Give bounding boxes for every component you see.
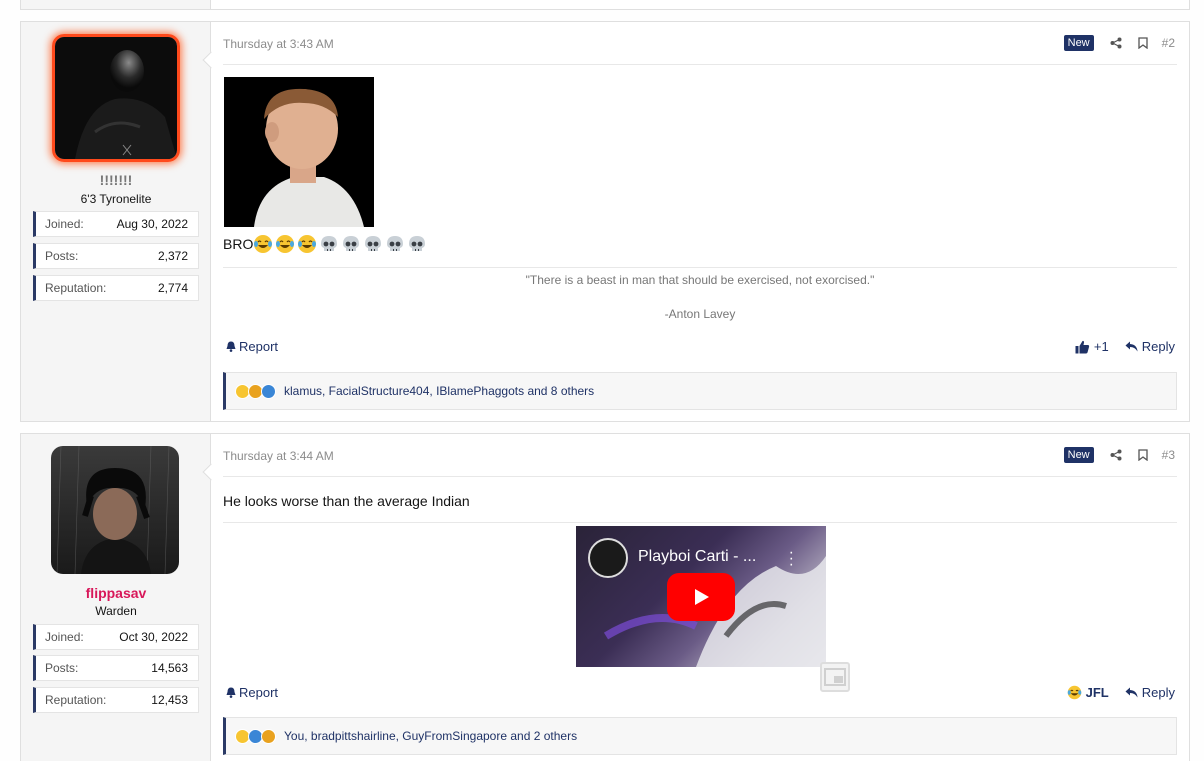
reaction-label: JFL [1085,685,1109,700]
thread-page: !!!!!!! 6'3 Tyronelite Joined: Aug 30, 20… [0,0,1204,761]
report-label: Report [239,685,279,700]
signature-divider [223,267,1177,268]
channel-avatar[interactable] [588,538,628,578]
previous-post-stub [20,0,1190,10]
skull-emoji [319,234,339,254]
picture-in-picture-icon[interactable] [820,662,850,692]
reply-icon [1125,687,1138,698]
bell-icon [226,341,236,352]
reply-label: Reply [1141,339,1175,354]
post-text-content: BRO [223,236,254,252]
post-text: BRO [223,234,429,254]
reply-button[interactable]: Reply [1125,685,1175,700]
header-divider [223,476,1177,477]
stat-reputation: Reputation: 12,453 [33,687,199,713]
post-2: !!!!!!! 6'3 Tyronelite Joined: Aug 30, 20… [20,21,1190,422]
reactions-bar[interactable]: You, bradpittshairline, GuyFromSingapore… [223,717,1177,755]
report-button[interactable]: Report [226,685,278,700]
stat-reputation: Reputation: 2,774 [33,275,199,301]
smirk-emoji [261,728,276,744]
reactions-users[interactable]: klamus, FacialStructure404, IBlamePhaggo… [284,384,594,398]
avatar[interactable] [52,34,180,162]
reactions-bar[interactable]: klamus, FacialStructure404, IBlamePhaggo… [223,372,1177,410]
reply-icon [1125,341,1138,352]
post-number[interactable]: #2 [1162,36,1175,50]
reaction-label: +1 [1093,339,1109,354]
user-sidebar: flippasav Warden Joined: Oct 30, 2022 Pos… [21,434,211,761]
reaction-emojis [235,383,276,399]
post-image[interactable] [224,77,374,227]
like-emoji [261,383,276,399]
share-icon[interactable] [1108,447,1124,463]
stat-posts: Posts: 14,563 [33,655,199,681]
post-header-actions: New #2 [1063,35,1175,51]
username[interactable]: flippasav [21,585,211,601]
bookmark-icon[interactable] [1135,447,1151,463]
post-header-actions: New #3 [1063,447,1175,463]
user-sidebar: !!!!!!! 6'3 Tyronelite Joined: Aug 30, 20… [21,22,211,421]
new-badge: New [1063,35,1094,51]
reaction-emojis [235,728,276,744]
play-button[interactable] [667,573,735,621]
thumbs-up-icon [1075,340,1090,353]
crying-laughing-emoji [297,234,317,254]
skull-emoji [363,234,383,254]
reactions-users[interactable]: You, bradpittshairline, GuyFromSingapore… [284,729,577,743]
play-icon [695,589,709,605]
post-main: Thursday at 3:44 AM New #3 He looks wors… [223,434,1177,761]
reply-button[interactable]: Reply [1125,339,1175,354]
video-title[interactable]: Playboi Carti - ... [638,548,756,566]
stat-joined: Joined: Aug 30, 2022 [33,211,199,237]
crying-laughing-emoji [1067,685,1081,700]
username[interactable]: !!!!!!! [21,172,211,188]
stat-posts: Posts: 2,372 [33,243,199,269]
post-main: Thursday at 3:43 AM New #2 BRO "There is… [223,22,1177,421]
post-date[interactable]: Thursday at 3:43 AM [223,37,334,51]
signature-author: -Anton Lavey [664,307,736,321]
bell-icon [226,687,236,698]
report-button[interactable]: Report [226,339,278,354]
signature-quote: "There is a beast in man that should be … [525,273,875,287]
bookmark-icon[interactable] [1135,35,1151,51]
post-number[interactable]: #3 [1162,448,1175,462]
post-actions: +1 Reply [1075,339,1175,354]
user-title: 6'3 Tyronelite [80,192,152,206]
skull-emoji [385,234,405,254]
post-text: He looks worse than the average Indian [223,493,470,509]
share-icon[interactable] [1108,35,1124,51]
user-title: Warden [95,604,137,618]
react-button[interactable]: +1 [1075,339,1109,354]
skull-emoji [407,234,427,254]
crying-laughing-emoji [275,234,295,254]
header-divider [223,64,1177,65]
youtube-embed[interactable]: Playboi Carti - ... · · · [576,526,826,667]
reply-label: Reply [1141,685,1175,700]
more-icon[interactable]: · · · [789,545,794,573]
post-date[interactable]: Thursday at 3:44 AM [223,449,334,463]
avatar[interactable] [51,446,179,574]
report-label: Report [239,339,279,354]
react-button[interactable]: JFL [1067,685,1109,700]
post-3: flippasav Warden Joined: Oct 30, 2022 Pos… [20,433,1190,761]
crying-laughing-emoji [253,234,273,254]
stat-joined: Joined: Oct 30, 2022 [33,624,199,650]
skull-emoji [341,234,361,254]
post-actions: JFL Reply [1067,685,1175,700]
new-badge: New [1063,447,1094,463]
content-divider [223,522,1177,523]
